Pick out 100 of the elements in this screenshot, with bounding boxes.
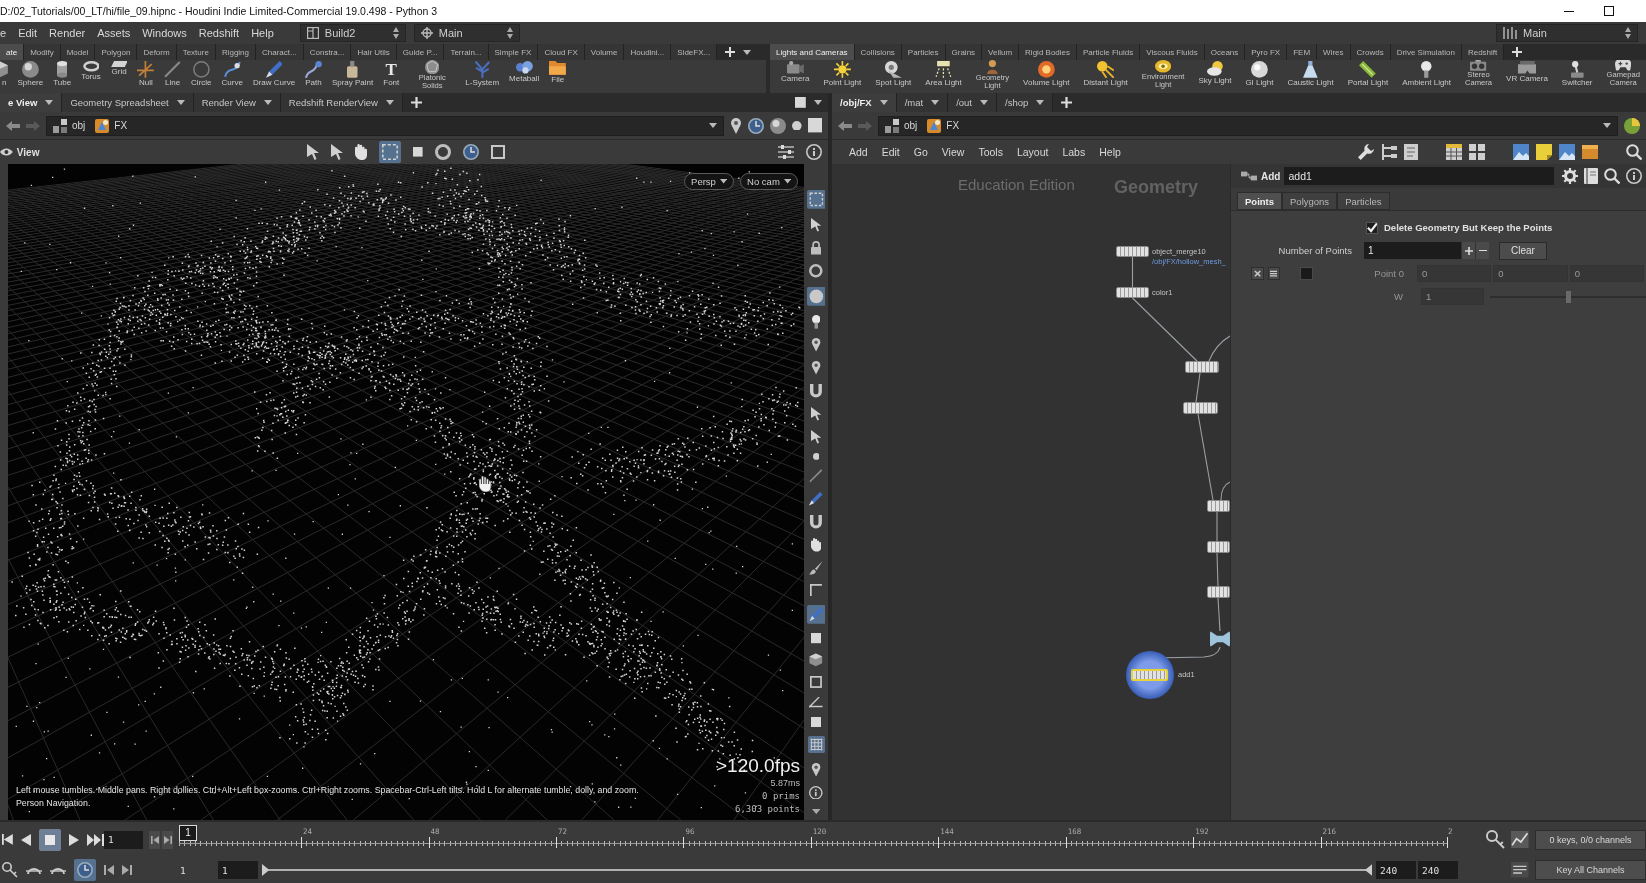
- pin-icon[interactable]: [810, 762, 822, 777]
- vector-field[interactable]: 0: [1569, 265, 1644, 282]
- image-icon[interactable]: [1513, 144, 1529, 160]
- parameter-tab[interactable]: Particles: [1337, 192, 1390, 210]
- shelf-tab[interactable]: ate: [0, 44, 25, 60]
- network-node[interactable]: [1207, 500, 1230, 512]
- circle-icon[interactable]: [806, 287, 826, 306]
- list-icon[interactable]: [1511, 862, 1529, 878]
- arrow-pointer-icon[interactable]: [331, 144, 344, 160]
- select-box-icon[interactable]: [379, 141, 402, 163]
- light-bulb-icon[interactable]: [811, 315, 821, 329]
- search-icon[interactable]: [1626, 144, 1642, 160]
- shelf-tab[interactable]: Deform: [137, 44, 177, 60]
- hand-icon[interactable]: [810, 538, 822, 552]
- network-node[interactable]: [1207, 586, 1230, 598]
- shelf-tool[interactable]: Sky Light: [1191, 60, 1239, 93]
- shelf-tab[interactable]: Drive Simulation: [1390, 44, 1462, 60]
- minimize-icon[interactable]: [1564, 10, 1574, 12]
- desktop-dropdown[interactable]: Main: [1496, 24, 1638, 42]
- gear-icon[interactable]: [1562, 168, 1578, 184]
- network-node[interactable]: [1116, 287, 1149, 298]
- shelf-tool[interactable]: Line: [159, 60, 187, 93]
- shelf-tool[interactable]: Ambient Light: [1395, 60, 1459, 93]
- range-field[interactable]: 240: [1376, 861, 1416, 879]
- sphere-icon[interactable]: [770, 117, 786, 134]
- path-segment[interactable]: obj: [53, 118, 86, 133]
- pane-tab[interactable]: /shop: [997, 93, 1054, 112]
- desktop-dropdown[interactable]: Build2: [299, 24, 406, 42]
- path-field[interactable]: obj FX: [46, 115, 724, 136]
- pane-tab[interactable]: Redshift RenderView: [280, 93, 403, 112]
- chart-icon[interactable]: [1511, 830, 1529, 849]
- shelf-tool[interactable]: GI Light: [1238, 60, 1281, 93]
- parameter-tab[interactable]: Points: [1237, 192, 1283, 210]
- shelf-tool[interactable]: Grid: [105, 60, 133, 93]
- handle-right-icon[interactable]: [1364, 864, 1372, 876]
- shelf-tab[interactable]: Charact...: [256, 44, 304, 60]
- shelf-tool[interactable]: Path: [300, 60, 327, 93]
- pin-icon[interactable]: [810, 361, 822, 375]
- menu-item[interactable]: Layout: [1009, 146, 1056, 158]
- switch-node[interactable]: [1210, 631, 1230, 647]
- menu-item[interactable]: Edit: [12, 27, 44, 39]
- image-icon[interactable]: [1559, 144, 1575, 160]
- magnet-icon[interactable]: [810, 384, 822, 398]
- menu-item[interactable]: View: [934, 146, 972, 158]
- shelf-tool[interactable]: Metaball: [504, 60, 545, 93]
- pin-icon[interactable]: [810, 338, 822, 352]
- shelf-tab[interactable]: Pyro FX: [1245, 44, 1288, 60]
- hand-icon[interactable]: [355, 144, 368, 160]
- shelf-tab[interactable]: Guide P...: [396, 44, 445, 60]
- shelf-tool[interactable]: Point Light: [816, 60, 869, 93]
- shelf-tool[interactable]: Sphere: [12, 60, 49, 93]
- shelf-tab[interactable]: Model: [60, 44, 96, 60]
- camera-menu[interactable]: Persp: [684, 173, 735, 190]
- pen-icon[interactable]: [809, 492, 823, 506]
- shelf-tab[interactable]: Modify: [24, 44, 61, 60]
- shelf-tab[interactable]: Particles: [901, 44, 946, 60]
- menu-item[interactable]: Help: [245, 27, 280, 39]
- menu-item[interactable]: Go: [906, 146, 935, 158]
- step-forward-icon[interactable]: [122, 865, 132, 875]
- arrow-pointer-icon[interactable]: [810, 430, 822, 444]
- select-box-icon[interactable]: [806, 190, 826, 209]
- network-node[interactable]: [1207, 541, 1230, 553]
- menu-item[interactable]: Render: [43, 27, 92, 39]
- dot-icon[interactable]: [812, 453, 820, 460]
- skip-start-icon[interactable]: [2, 834, 13, 845]
- wrench-icon[interactable]: [1358, 144, 1374, 160]
- frame-field[interactable]: 1: [104, 830, 143, 849]
- back-arrow-icon[interactable]: [838, 120, 852, 131]
- shelf-tab[interactable]: Simple FX: [488, 44, 539, 60]
- pane-tab[interactable]: Render View: [193, 93, 281, 112]
- shelf-tab[interactable]: Viscous Fluids: [1140, 44, 1205, 60]
- info-icon[interactable]: [806, 144, 822, 160]
- arrow-pointer-icon[interactable]: [307, 144, 320, 160]
- menu-item[interactable]: e: [0, 27, 13, 39]
- path-segment[interactable]: FX: [927, 118, 960, 133]
- info-icon[interactable]: [809, 785, 823, 800]
- dot-icon[interactable]: [792, 120, 802, 131]
- menu-item[interactable]: Tools: [971, 146, 1010, 158]
- clock-icon[interactable]: [748, 117, 764, 134]
- vector-field[interactable]: 0: [1493, 265, 1568, 282]
- desktop-dropdown[interactable]: Main: [413, 24, 520, 42]
- magnet-icon[interactable]: [810, 515, 822, 529]
- key-icon[interactable]: [2, 862, 18, 878]
- caret-icon[interactable]: [1603, 123, 1611, 128]
- node-name-field[interactable]: add1: [1284, 167, 1554, 185]
- range-field[interactable]: 1: [218, 861, 258, 879]
- clock-icon[interactable]: [74, 859, 96, 881]
- shelf-tab[interactable]: Volume: [584, 44, 625, 60]
- shelf-tool[interactable]: File: [544, 60, 572, 93]
- network-node[interactable]: [1116, 246, 1149, 257]
- shelf-tab[interactable]: Crowds: [1350, 44, 1391, 60]
- clear-button[interactable]: Clear: [1499, 241, 1547, 260]
- step-forward-button[interactable]: [162, 830, 173, 849]
- box-outline-icon[interactable]: [491, 145, 505, 159]
- arrow-pointer-icon[interactable]: [810, 218, 822, 232]
- step-back-icon[interactable]: [104, 865, 114, 875]
- slider-track[interactable]: [1490, 290, 1646, 303]
- range-field[interactable]: 240: [1418, 861, 1458, 879]
- network-node[interactable]: [1185, 361, 1219, 373]
- shelf-tab[interactable]: Grains: [945, 44, 983, 60]
